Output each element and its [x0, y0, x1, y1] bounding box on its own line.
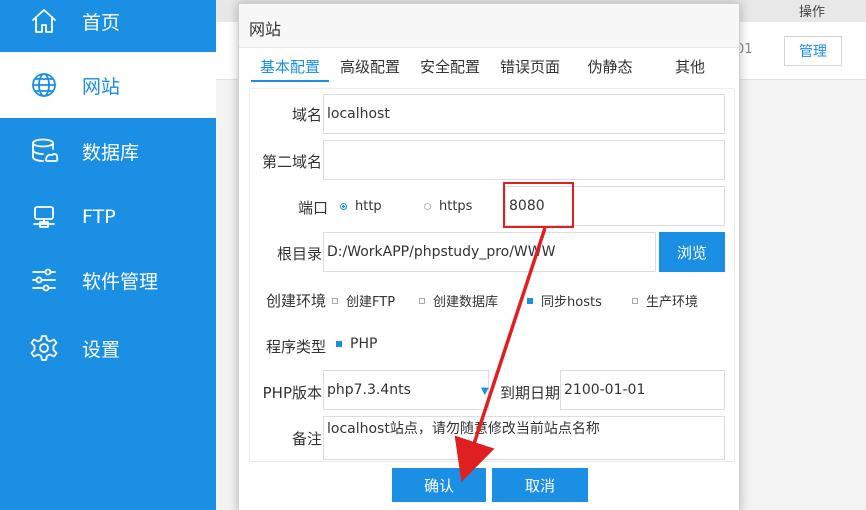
checkbox-checked-icon — [336, 341, 342, 347]
domain-label: 域名 — [291, 106, 322, 124]
cancel-button[interactable]: 取消 — [492, 468, 588, 502]
root-dir-input[interactable]: D:/WorkAPP/phpstudy_pro/WWW — [323, 232, 656, 272]
sidebar-item-website[interactable]: 网站 — [0, 52, 216, 118]
annotation-highlight-box — [503, 182, 574, 228]
dialog-title: 网站 — [249, 20, 282, 39]
port-label: 端口 — [297, 199, 328, 217]
tab-rewrite[interactable]: 伪静态 — [571, 54, 649, 82]
expiry-date-label: 到期日期 — [499, 384, 560, 402]
tab-other[interactable]: 其他 — [651, 54, 729, 82]
radio-selected-icon — [340, 203, 347, 210]
note-label: 备注 — [291, 430, 322, 448]
confirm-button[interactable]: 确认 — [392, 468, 486, 502]
checkbox-create-ftp[interactable]: 创建FTP — [332, 291, 395, 310]
second-domain-input[interactable] — [323, 140, 725, 180]
checkbox-icon — [419, 297, 425, 304]
sidebar-item-label: 数据库 — [82, 141, 140, 164]
radio-http[interactable]: http — [340, 199, 382, 214]
tab-security-config[interactable]: 安全配置 — [411, 54, 489, 82]
root-dir-label: 根目录 — [276, 245, 322, 263]
radio-https-label: https — [439, 199, 473, 214]
sidebar: 首页 网站 数据库 FTP 软件管理 设置 — [0, 0, 216, 510]
globe-icon — [28, 69, 60, 101]
operations-header: 操作 — [799, 5, 826, 20]
sidebar-item-home[interactable]: 首页 — [0, 0, 216, 54]
sidebar-item-label: 软件管理 — [82, 270, 159, 293]
tab-basic-config[interactable]: 基本配置 — [251, 54, 329, 82]
ftp-server-icon — [28, 201, 60, 233]
sidebar-item-database[interactable]: 数据库 — [0, 118, 216, 184]
domain-input[interactable]: localhost — [323, 94, 725, 134]
sidebar-item-label: 首页 — [82, 11, 121, 34]
checkbox-label: PHP — [350, 336, 378, 352]
checkbox-php[interactable]: PHP — [336, 336, 377, 352]
checkbox-icon — [332, 297, 338, 304]
checkbox-checked-icon — [527, 297, 533, 304]
radio-http-label: http — [355, 199, 382, 214]
php-version-select[interactable]: php7.3.4nts — [323, 370, 489, 410]
sidebar-item-label: 设置 — [82, 338, 121, 361]
checkbox-label: 同步hosts — [541, 295, 602, 310]
checkbox-sync-hosts[interactable]: 同步hosts — [527, 291, 602, 310]
checkbox-create-database[interactable]: 创建数据库 — [419, 291, 498, 310]
dialog-header: 网站 — [239, 4, 739, 48]
tab-advanced-config[interactable]: 高级配置 — [331, 54, 409, 82]
radio-https[interactable]: https — [424, 199, 472, 214]
sidebar-item-label: 网站 — [82, 75, 121, 98]
browse-button[interactable]: 浏览 — [659, 232, 725, 272]
gear-icon — [28, 332, 60, 364]
sidebar-item-ftp[interactable]: FTP — [0, 184, 216, 250]
checkbox-label: 生产环境 — [646, 295, 699, 310]
checkbox-production-env[interactable]: 生产环境 — [632, 291, 698, 310]
checkbox-label: 创建FTP — [346, 295, 396, 310]
database-icon — [28, 135, 60, 167]
checkbox-label: 创建数据库 — [433, 295, 499, 310]
sliders-icon — [28, 264, 60, 296]
expiry-date-input[interactable]: 2100-01-01 — [560, 370, 725, 410]
checkbox-icon — [632, 297, 638, 304]
sidebar-item-software[interactable]: 软件管理 — [0, 247, 216, 313]
manage-button[interactable]: 管理 — [784, 36, 842, 66]
tab-error-pages[interactable]: 错误页面 — [491, 54, 569, 82]
sidebar-item-label: FTP — [82, 206, 116, 228]
program-type-label: 程序类型 — [265, 338, 326, 356]
note-textarea[interactable]: localhost站点，请勿随意修改当前站点名称 — [323, 416, 725, 460]
create-env-label: 创建环境 — [265, 292, 326, 310]
radio-unselected-icon — [424, 203, 431, 210]
dropdown-arrow-icon[interactable]: ▼ — [481, 386, 489, 397]
php-version-label: PHP版本 — [262, 384, 322, 402]
second-domain-label: 第二域名 — [261, 153, 322, 171]
home-icon — [28, 5, 60, 37]
sidebar-item-settings[interactable]: 设置 — [0, 315, 216, 381]
